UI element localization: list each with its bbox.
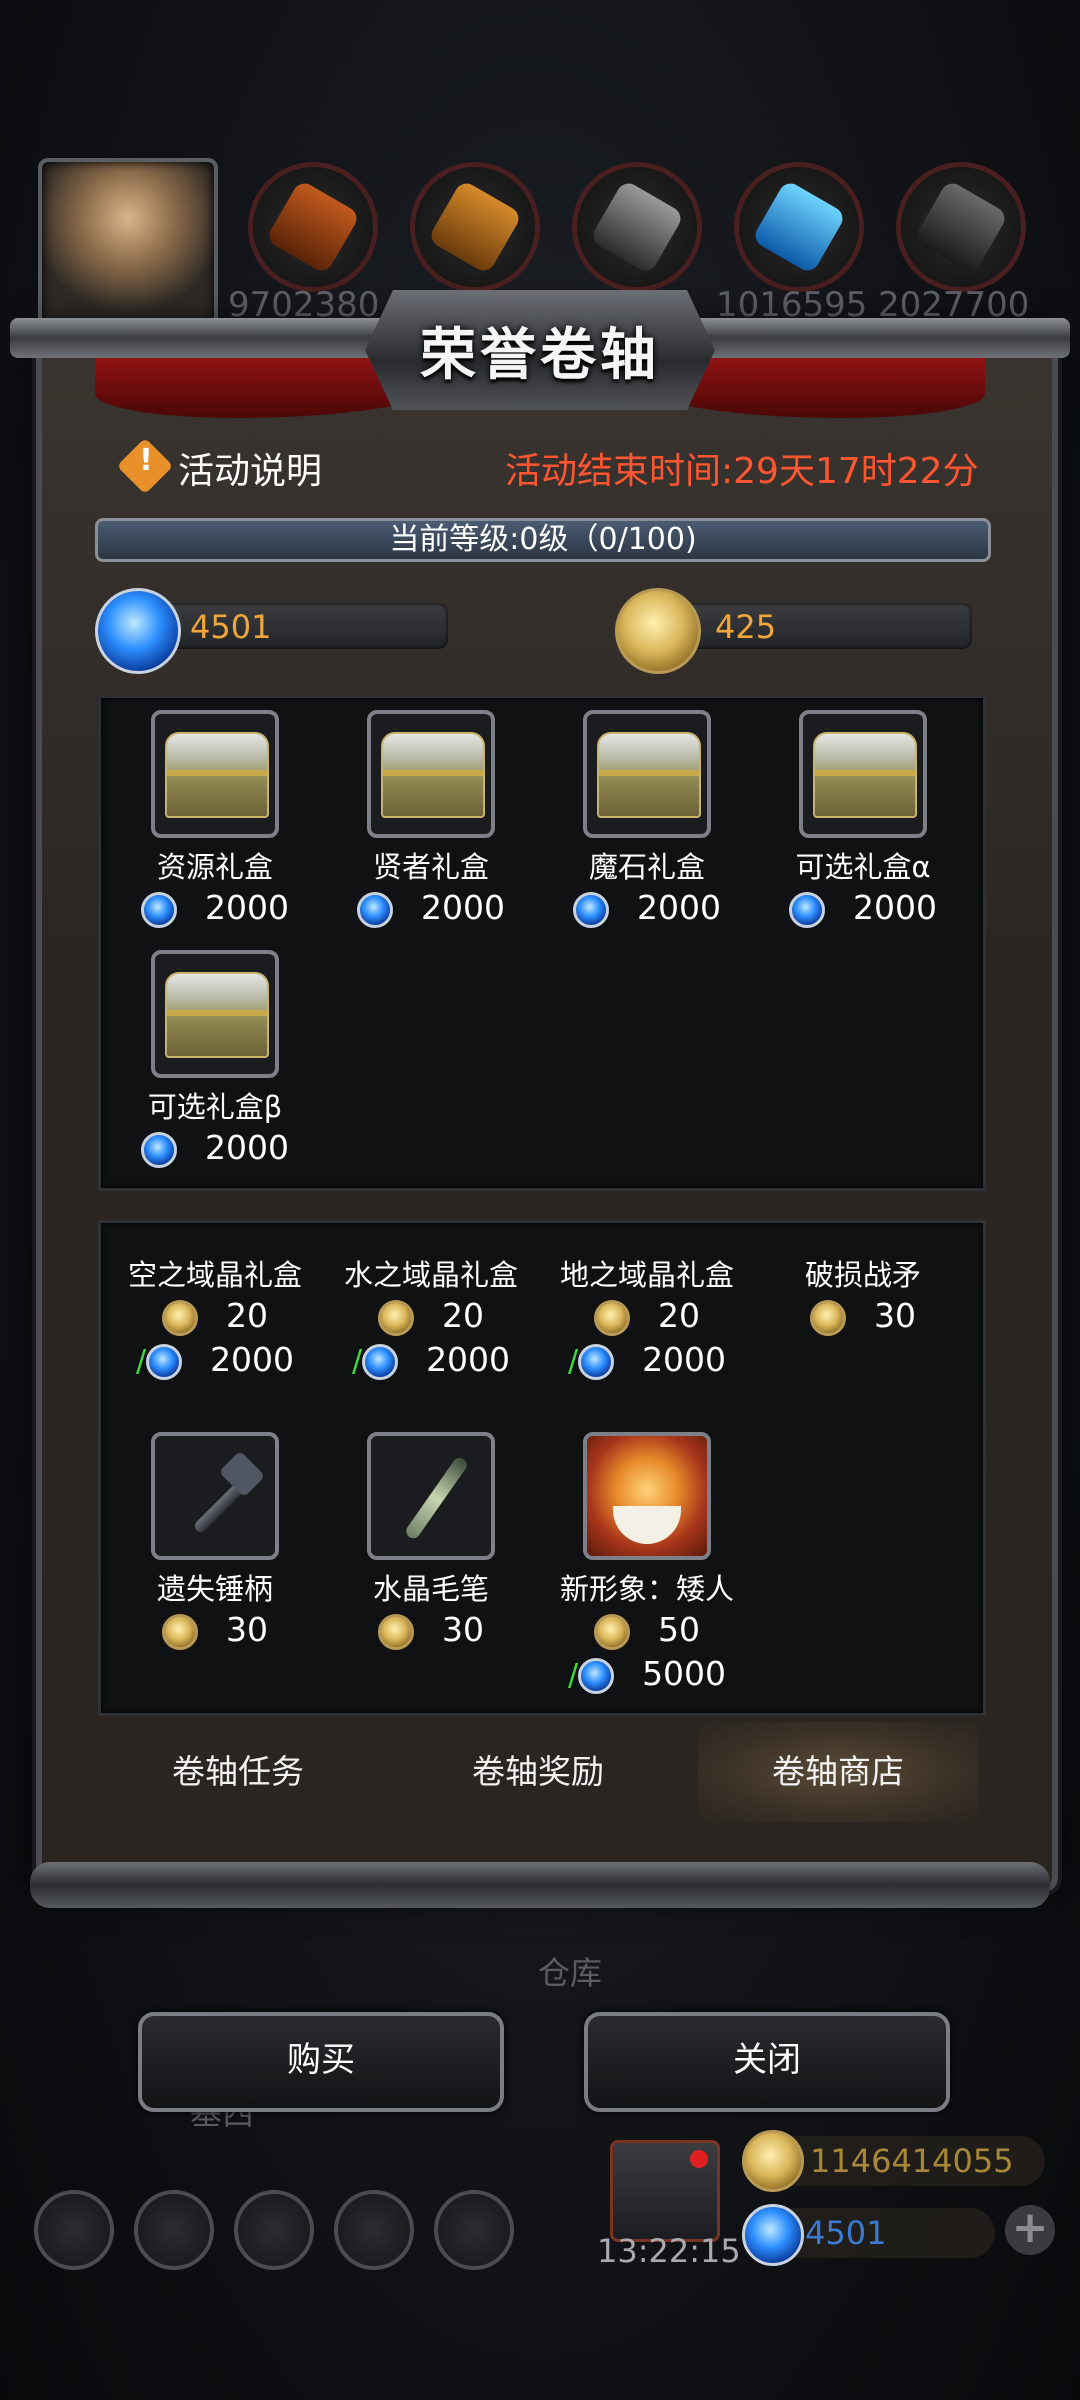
gift-timer: 13:22:15	[597, 2232, 741, 2270]
buy-button[interactable]: 购买	[138, 2012, 504, 2112]
item-name: 水之域晶礼盒	[343, 1258, 518, 1292]
gold-balance: 1146414055	[810, 2142, 1014, 2180]
gold-coin-icon	[615, 588, 701, 674]
gold-coin-icon	[810, 1299, 846, 1336]
item-name: 魔石礼盒	[588, 850, 705, 884]
activity-end-time: 活动结束时间:29天17时22分	[505, 451, 979, 492]
gold-coin-icon	[162, 1613, 198, 1650]
plank-resource-icon	[410, 162, 540, 292]
shop-item-crystal-brush[interactable]: 水晶毛笔 30	[326, 1432, 536, 1652]
blue-gem-icon	[742, 2204, 804, 2266]
player-avatar[interactable]	[38, 158, 218, 326]
shop-item-sage-box[interactable]: 贤者礼盒 2000	[326, 710, 536, 930]
gold-coin-icon	[742, 2130, 804, 2192]
ore-resource-icon	[896, 162, 1026, 292]
hammer-handle-icon	[151, 1432, 279, 1560]
close-button[interactable]: 关闭	[584, 2012, 950, 2112]
item-name: 破损战矛	[804, 1258, 921, 1292]
blue-gem-icon	[141, 891, 177, 928]
coin-balance: 425	[715, 608, 777, 646]
blue-gem-icon	[578, 1343, 615, 1380]
warning-mark: !	[139, 443, 153, 478]
wood-resource-icon	[248, 162, 378, 292]
item-name: 资源礼盒	[156, 850, 273, 884]
shop-item-magic-stone-box[interactable]: 魔石礼盒 2000	[542, 710, 752, 930]
blue-gem-icon	[357, 891, 393, 928]
mail-icon[interactable]	[334, 2190, 414, 2270]
warehouse-label[interactable]: 仓库	[538, 1948, 602, 1994]
blue-gem-icon	[141, 1131, 177, 1168]
blue-gem-icon	[95, 588, 181, 674]
item-price: 2000	[326, 886, 536, 930]
gold-coin-icon	[378, 1613, 414, 1650]
shop-item-broken-spear[interactable]: 破损战矛 30	[758, 1246, 968, 1338]
level-progress-bar: 当前等级:0级（0/100)	[95, 518, 991, 562]
shop-item-earth-domain-box[interactable]: 地之域晶礼盒 20 /2000	[542, 1246, 752, 1382]
settings-icon[interactable]	[34, 2190, 114, 2270]
blue-gem-icon	[578, 1657, 615, 1694]
item-name: 空之域晶礼盒	[127, 1258, 302, 1292]
item-name: 贤者礼盒	[372, 850, 489, 884]
activity-info-link[interactable]: 活动说明	[178, 442, 322, 494]
item-name: 水晶毛笔	[372, 1572, 489, 1606]
treasure-chest-icon	[367, 710, 495, 838]
shop-item-dwarf-avatar[interactable]: 新形象：矮人 50 /5000	[542, 1432, 752, 1696]
treasure-chest-icon	[151, 950, 279, 1078]
item-price: 2000	[542, 886, 752, 930]
iron-resource-icon	[572, 162, 702, 292]
gem-balance: 4501	[190, 608, 272, 646]
star-icon[interactable]	[134, 2190, 214, 2270]
shop-item-lost-hammer-handle[interactable]: 遗失锤柄 30	[110, 1432, 320, 1652]
item-price: 2000	[110, 1126, 320, 1170]
map-icon[interactable]	[434, 2190, 514, 2270]
blue-gem-icon	[573, 891, 609, 928]
tab-scroll-tasks[interactable]: 卷轴任务	[98, 1722, 378, 1822]
item-price: 2000	[110, 886, 320, 930]
gold-coin-icon	[162, 1299, 198, 1336]
blue-gem-icon	[362, 1343, 399, 1380]
dialog-bottom-ornament	[30, 1862, 1050, 1908]
gem-balance-track	[140, 603, 448, 649]
tab-scroll-rewards[interactable]: 卷轴奖励	[398, 1722, 678, 1822]
crystal-brush-icon	[367, 1432, 495, 1560]
gold-coin-icon	[594, 1299, 630, 1336]
item-name: 地之域晶礼盒	[559, 1258, 734, 1292]
treasure-chest-icon	[151, 710, 279, 838]
gold-coin-icon	[378, 1299, 414, 1336]
dwarf-portrait-icon	[583, 1432, 711, 1560]
treasure-chest-icon	[583, 710, 711, 838]
shop-item-water-domain-box[interactable]: 水之域晶礼盒 20 /2000	[326, 1246, 536, 1382]
item-name: 可选礼盒β	[147, 1090, 283, 1124]
tab-scroll-shop[interactable]: 卷轴商店	[698, 1722, 978, 1822]
item-name: 可选礼盒α	[795, 850, 931, 884]
dialog-title: 荣誉卷轴	[420, 322, 660, 388]
item-name: 遗失锤柄	[156, 1572, 273, 1606]
shop-item-optional-box-beta[interactable]: 可选礼盒β 2000	[110, 950, 320, 1170]
gem-account-balance: 4501	[805, 2214, 887, 2252]
coin-balance-track	[660, 603, 972, 649]
guild-icon[interactable]	[234, 2190, 314, 2270]
add-gems-icon[interactable]: +	[1005, 2205, 1055, 2255]
item-name: 新形象：矮人	[559, 1572, 734, 1606]
treasure-chest-icon	[799, 710, 927, 838]
shop-item-optional-box-alpha[interactable]: 可选礼盒α 2000	[758, 710, 968, 930]
item-price: 2000	[758, 886, 968, 930]
crystal-resource-icon	[734, 162, 864, 292]
blue-gem-icon	[789, 891, 825, 928]
blue-gem-icon	[146, 1343, 183, 1380]
scroll-tabs: 卷轴任务 卷轴奖励 卷轴商店	[98, 1722, 980, 1832]
shop-item-resource-box[interactable]: 资源礼盒 2000	[110, 710, 320, 930]
shop-item-sky-domain-box[interactable]: 空之域晶礼盒 20 /2000	[110, 1246, 320, 1382]
gold-coin-icon	[594, 1613, 630, 1650]
notification-dot	[690, 2150, 708, 2168]
